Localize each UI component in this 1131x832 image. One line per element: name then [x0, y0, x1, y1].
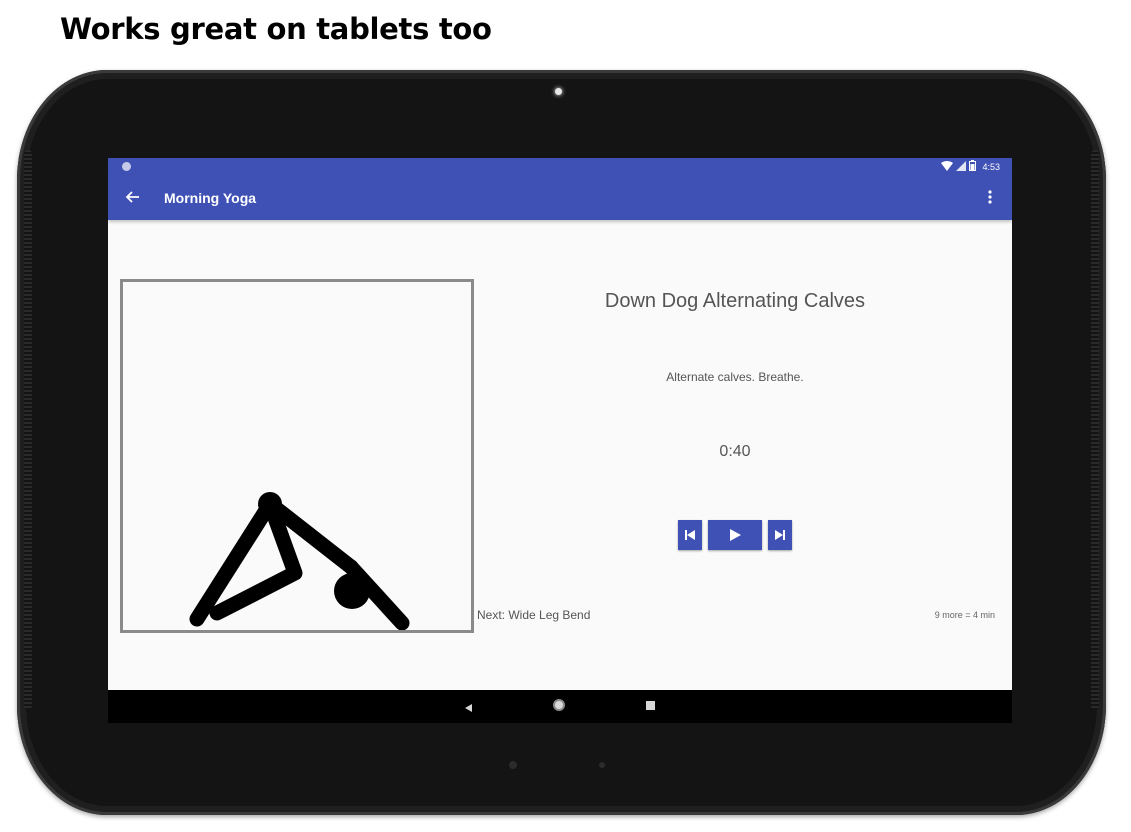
status-bar: 4:53: [108, 158, 1012, 175]
page-title: Morning Yoga: [164, 190, 257, 206]
skip-next-icon: [775, 530, 785, 540]
nav-back-icon[interactable]: [463, 700, 473, 718]
system-nav-bar: [108, 690, 1012, 723]
app-screen: 4:53 Morning Yoga Down Dog Alternating C…: [108, 158, 1012, 723]
signal-icon: [956, 160, 967, 173]
exercise-name: Down Dog Alternating Calves: [604, 290, 866, 312]
more-vert-icon[interactable]: [980, 187, 1000, 207]
nav-recents-icon[interactable]: [646, 701, 655, 710]
play-button[interactable]: [708, 520, 762, 550]
play-icon: [730, 529, 741, 541]
stick-figure-down-dog-icon: [189, 492, 410, 630]
speaker-grille-right: [1091, 150, 1099, 710]
remaining-summary: 9 more = 4 min: [934, 610, 995, 620]
front-camera: [555, 88, 562, 95]
arrow-left-icon[interactable]: [122, 186, 144, 208]
speaker-grille-left: [24, 150, 32, 710]
app-toolbar: Morning Yoga: [108, 175, 1012, 220]
next-button[interactable]: [768, 520, 792, 550]
nav-home-icon[interactable]: [553, 699, 565, 711]
exercise-description: Alternate calves. Breathe.: [666, 370, 804, 384]
pose-illustration-frame: [120, 279, 474, 633]
status-time: 4:53: [982, 161, 1000, 172]
headline: Works great on tablets too: [60, 12, 492, 46]
status-icons: 4:53: [941, 160, 1000, 173]
notification-dot-icon: [122, 162, 131, 171]
previous-button[interactable]: [678, 520, 702, 550]
sensor-right: [599, 762, 605, 768]
next-exercise-label: Next: Wide Leg Bend: [477, 608, 591, 622]
exercise-timer: 0:40: [719, 443, 751, 460]
skip-previous-icon: [685, 530, 695, 540]
sensor-left: [509, 761, 517, 769]
wifi-icon: [941, 160, 954, 173]
playback-controls: [678, 520, 792, 550]
battery-icon: [969, 160, 977, 173]
